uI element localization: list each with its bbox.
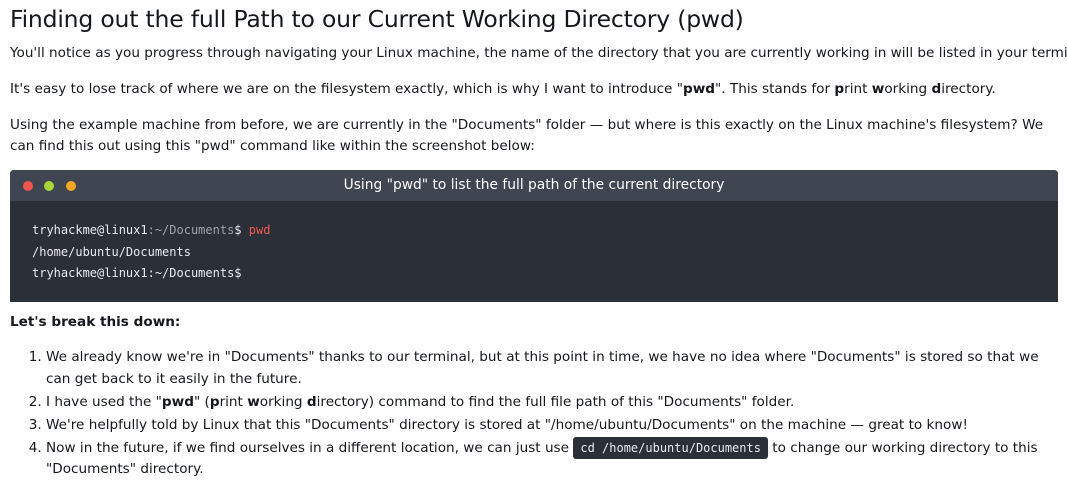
- list-item: We're helpfully told by Linux that this …: [46, 415, 1058, 437]
- breakdown-heading: Let's break this down:: [10, 314, 181, 330]
- terminal-line-output: /home/ubuntu/Documents: [32, 244, 191, 259]
- list-item: We already know we're in "Documents" tha…: [46, 347, 1058, 390]
- inline-code: cd /home/ubuntu/Documents: [573, 436, 768, 459]
- terminal-command: pwd: [248, 223, 271, 237]
- terminal-line-prompt: tryhackme@linux1:~/Documents$: [32, 266, 242, 280]
- article: Finding out the full Path to our Current…: [10, 0, 1067, 482]
- page-title: Finding out the full Path to our Current…: [10, 5, 744, 33]
- terminal-output: tryhackme@linux1:~/Documents$ pwd/home/u…: [10, 201, 1058, 285]
- pwd-emphasis: pwd: [682, 81, 716, 97]
- intro-paragraph-1: You'll notice as you progress through na…: [10, 45, 1067, 61]
- intro-paragraph-3: Using the example machine from before, w…: [10, 117, 1044, 154]
- list-item: I have used the "pwd" (print working dir…: [46, 392, 1058, 414]
- intro-paragraph-2: It's easy to lose track of where we are …: [10, 81, 996, 97]
- list-item: Now in the future, if we find ourselves …: [46, 436, 1058, 481]
- terminal-window: Using "pwd" to list the full path of the…: [10, 170, 1058, 302]
- breakdown-list: We already know we're in "Documents" tha…: [10, 347, 1058, 481]
- terminal-title: Using "pwd" to list the full path of the…: [343, 177, 725, 193]
- terminal-line-command: tryhackme@linux1:~/Documents$ pwd: [32, 223, 271, 237]
- terminal-title-bar: Using "pwd" to list the full path of the…: [10, 170, 1058, 201]
